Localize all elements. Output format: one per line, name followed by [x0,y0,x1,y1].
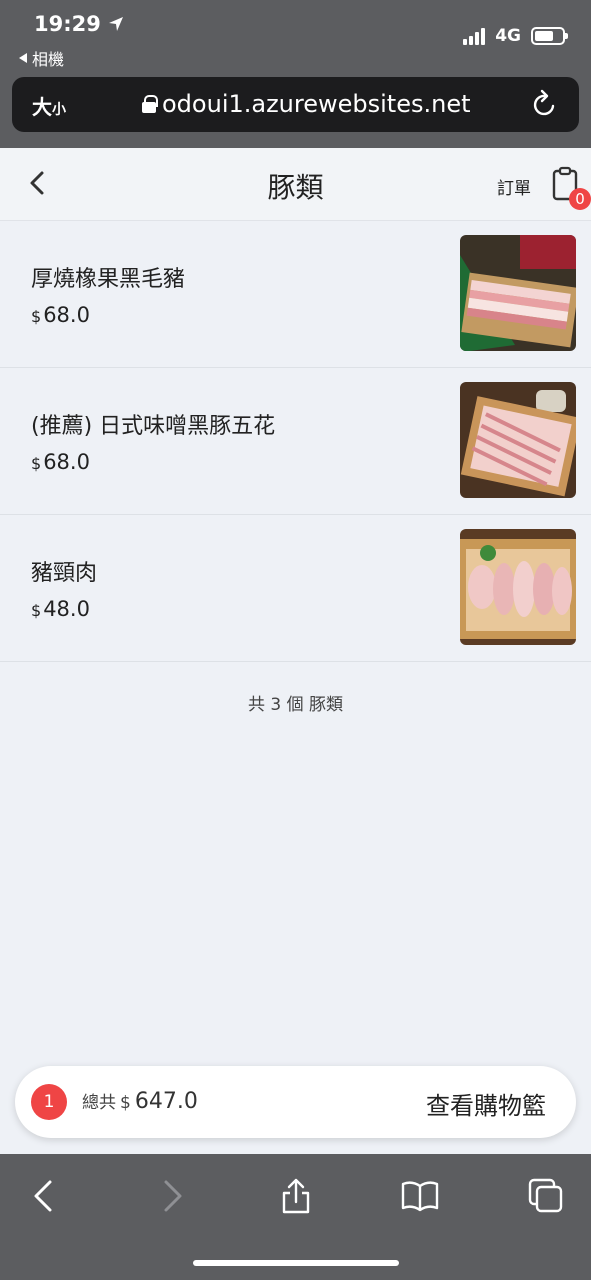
cart-count-badge: 1 [31,1084,67,1120]
back-app-label: 相機 [32,50,65,69]
browser-back-icon[interactable] [26,1176,66,1216]
view-cart-button[interactable]: 查看購物籃 [426,1086,546,1121]
share-icon[interactable] [276,1176,316,1216]
product-image[interactable] [460,235,576,351]
item-count-footer: 共 3 個 豚類 [247,695,344,715]
list-item[interactable]: 厚燒橡果黑毛豬 $68.0 [0,221,591,368]
item-price-value: 68.0 [43,303,90,327]
item-price-value: 48.0 [43,597,90,621]
item-price-value: 68.0 [43,450,90,474]
text-size-big: 大 [32,95,52,119]
status-indicators: 4G [463,26,568,46]
battery-icon [531,27,568,45]
item-name: (推薦) 日式味噌黑豚五花 [31,414,276,439]
back-triangle-icon [19,53,27,63]
url-display[interactable]: odoui1.azurewebsites.net [142,90,471,118]
browser-top-chrome: 19:29 相機 4G 大小 odoui1.azurewebsites.net [0,0,591,148]
page-header: 豚類 訂單 0 [0,148,591,221]
url-text: odoui1.azurewebsites.net [162,90,471,118]
signal-icon [463,27,486,45]
reload-icon[interactable] [531,89,559,119]
cart-total: 總共 $647.0 [82,1088,198,1114]
item-currency: $ [31,601,42,620]
cart-bar[interactable]: 1 總共 $647.0 查看購物籃 [15,1066,576,1138]
back-to-app-link[interactable]: 相機 [18,46,64,70]
text-size-button[interactable]: 大小 [32,91,66,120]
product-image[interactable] [460,382,576,498]
browser-forward-icon[interactable] [150,1176,190,1216]
product-list: 厚燒橡果黑毛豬 $68.0 (推薦) 日式味噌黑豚五花 $68.0 豬頸肉 $4… [0,221,591,662]
text-size-small: 小 [52,102,66,118]
lock-icon [142,95,158,113]
item-currency: $ [31,454,42,473]
list-item[interactable]: 豬頸肉 $48.0 [0,515,591,662]
item-name: 厚燒橡果黑毛豬 [31,267,186,292]
item-price: $68.0 [31,303,90,327]
address-bar[interactable]: 大小 odoui1.azurewebsites.net [12,77,579,132]
item-price: $68.0 [31,450,90,474]
network-type: 4G [495,26,521,46]
order-count-badge: 0 [569,188,591,210]
location-arrow-icon [108,17,123,31]
item-currency: $ [31,307,42,326]
item-name: 豬頸肉 [31,561,98,586]
cart-total-label: 總共 [82,1093,116,1113]
order-link[interactable]: 訂單 [497,174,531,199]
status-time-text: 19:29 [34,12,101,36]
bookmarks-icon[interactable] [400,1176,440,1216]
tabs-icon[interactable] [526,1176,566,1216]
product-image[interactable] [460,529,576,645]
list-item[interactable]: (推薦) 日式味噌黑豚五花 $68.0 [0,368,591,515]
status-time: 19:29 [34,12,125,36]
home-indicator [193,1260,399,1266]
browser-bottom-toolbar [0,1154,591,1280]
item-price: $48.0 [31,597,90,621]
cart-total-value: 647.0 [134,1089,198,1114]
cart-currency: $ [120,1093,131,1113]
